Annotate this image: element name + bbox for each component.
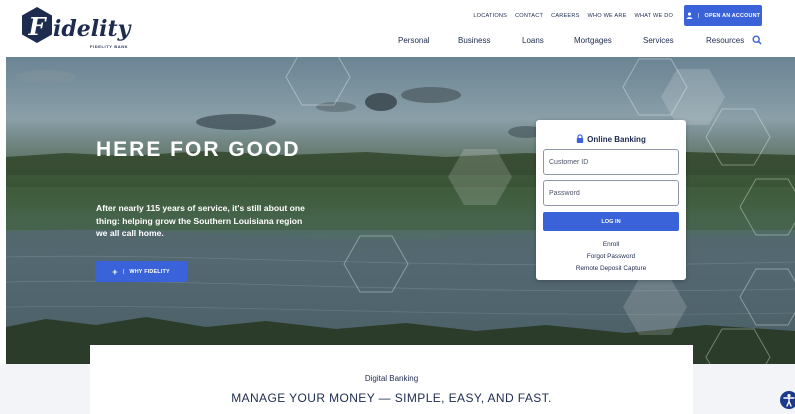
open-account-label: OPEN AN ACCOUNT — [704, 12, 761, 19]
main-nav: Personal Business Loans Mortgages Servic… — [398, 36, 754, 45]
forgot-password-link[interactable]: Forgot Password — [536, 253, 686, 260]
customer-id-input[interactable] — [543, 149, 679, 175]
digital-banking-title: MANAGE YOUR MONEY — SIMPLE, EASY, AND FA… — [231, 391, 552, 405]
utility-nav: LOCATIONS CONTACT CAREERS WHO WE ARE WHA… — [473, 13, 673, 19]
logo-wordmark: idelity — [53, 16, 133, 42]
online-banking-card: Online Banking LOG IN Enroll Forgot Pass… — [536, 120, 686, 280]
accessibility-figure-icon — [783, 394, 795, 407]
search-icon[interactable] — [752, 35, 762, 45]
nav-mortgages[interactable]: Mortgages — [574, 36, 643, 45]
remote-deposit-capture-link[interactable]: Remote Deposit Capture — [536, 265, 686, 272]
utility-link-contact[interactable]: CONTACT — [515, 13, 543, 19]
utility-link-what-we-do[interactable]: WHAT WE DO — [635, 13, 673, 19]
plus-icon: + — [112, 266, 118, 277]
nav-personal[interactable]: Personal — [398, 36, 458, 45]
logo-letter: F — [27, 12, 47, 41]
user-icon — [686, 12, 693, 19]
nav-services[interactable]: Services — [643, 36, 706, 45]
why-fidelity-label: WHY FIDELITY — [129, 268, 170, 275]
nav-business[interactable]: Business — [458, 36, 522, 45]
utility-link-locations[interactable]: LOCATIONS — [473, 13, 507, 19]
button-separator: | — [697, 12, 700, 19]
digital-banking-card: Digital Banking MANAGE YOUR MONEY — SIMP… — [90, 345, 693, 414]
password-input[interactable] — [543, 180, 679, 206]
site-header: F idelity FIDELITY BANK LOCATIONS CONTAC… — [0, 0, 795, 57]
why-fidelity-button[interactable]: + | WHY FIDELITY — [95, 261, 187, 282]
logo-subtext: FIDELITY BANK — [90, 44, 128, 49]
lock-icon — [576, 134, 584, 143]
digital-banking-label: Digital Banking — [364, 374, 419, 383]
enroll-link[interactable]: Enroll — [536, 241, 686, 248]
online-banking-heading: Online Banking — [536, 134, 686, 144]
utility-link-careers[interactable]: CAREERS — [551, 13, 579, 19]
fidelity-logo[interactable]: F idelity FIDELITY BANK — [18, 6, 150, 52]
open-account-button[interactable]: | OPEN AN ACCOUNT — [684, 5, 762, 26]
login-button[interactable]: LOG IN — [543, 212, 679, 231]
hero-description: After nearly 115 years of service, it's … — [96, 203, 305, 238]
nav-loans[interactable]: Loans — [522, 36, 574, 45]
nav-resources[interactable]: Resources — [706, 36, 754, 45]
hero-title: HERE FOR GOOD — [96, 138, 301, 161]
button-separator: | — [122, 268, 125, 275]
utility-link-who-we-are[interactable]: WHO WE ARE — [588, 13, 627, 19]
accessibility-icon[interactable] — [780, 391, 795, 409]
online-banking-title: Online Banking — [587, 135, 646, 144]
